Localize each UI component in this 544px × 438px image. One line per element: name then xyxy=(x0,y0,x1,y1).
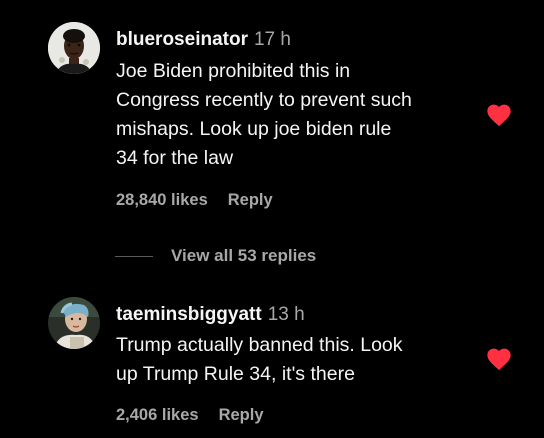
like-button[interactable] xyxy=(485,345,513,371)
divider-line xyxy=(115,255,153,257)
comment-header: taeminsbiggyatt 13 h xyxy=(116,303,305,327)
comment-text-line: up Trump Rule 34, it's there xyxy=(116,363,355,385)
comment-text-line: 34 for the law xyxy=(116,147,234,169)
avatar-image xyxy=(48,22,100,74)
comment-actions: 2,406 likes Reply xyxy=(116,406,264,425)
comment-actions: 28,840 likes Reply xyxy=(116,191,273,210)
view-replies-label: View all 53 replies xyxy=(171,246,317,265)
comment-text-line: Trump actually banned this. Look xyxy=(116,334,403,356)
likes-count[interactable]: 2,406 likes xyxy=(116,406,199,424)
reply-button[interactable]: Reply xyxy=(219,406,264,424)
like-button[interactable] xyxy=(485,101,513,127)
comment-text-line: Joe Biden prohibited this in xyxy=(116,60,351,82)
avatar[interactable] xyxy=(48,22,100,74)
heart-filled-icon xyxy=(487,104,511,127)
comment-header: blueroseinator 17 h xyxy=(116,28,291,52)
avatar[interactable] xyxy=(48,297,100,349)
comment-timestamp: 17 h xyxy=(253,29,291,50)
username-link[interactable]: taeminsbiggyatt xyxy=(116,304,262,325)
comment-text-line: Congress recently to prevent such xyxy=(116,89,412,111)
reply-button[interactable]: Reply xyxy=(228,191,273,209)
username-link[interactable]: blueroseinator xyxy=(116,29,248,50)
avatar-image xyxy=(48,297,100,349)
likes-count[interactable]: 28,840 likes xyxy=(116,191,208,209)
heart-filled-icon xyxy=(487,348,511,371)
comment-timestamp: 13 h xyxy=(267,304,305,325)
comment-text-line: mishaps. Look up joe biden rule xyxy=(116,118,392,140)
comment-text: Trump actually banned this. Look up Trum… xyxy=(116,331,486,389)
view-replies-button[interactable]: View all 53 replies xyxy=(115,244,316,268)
comment-text: Joe Biden prohibited this in Congress re… xyxy=(116,57,486,173)
